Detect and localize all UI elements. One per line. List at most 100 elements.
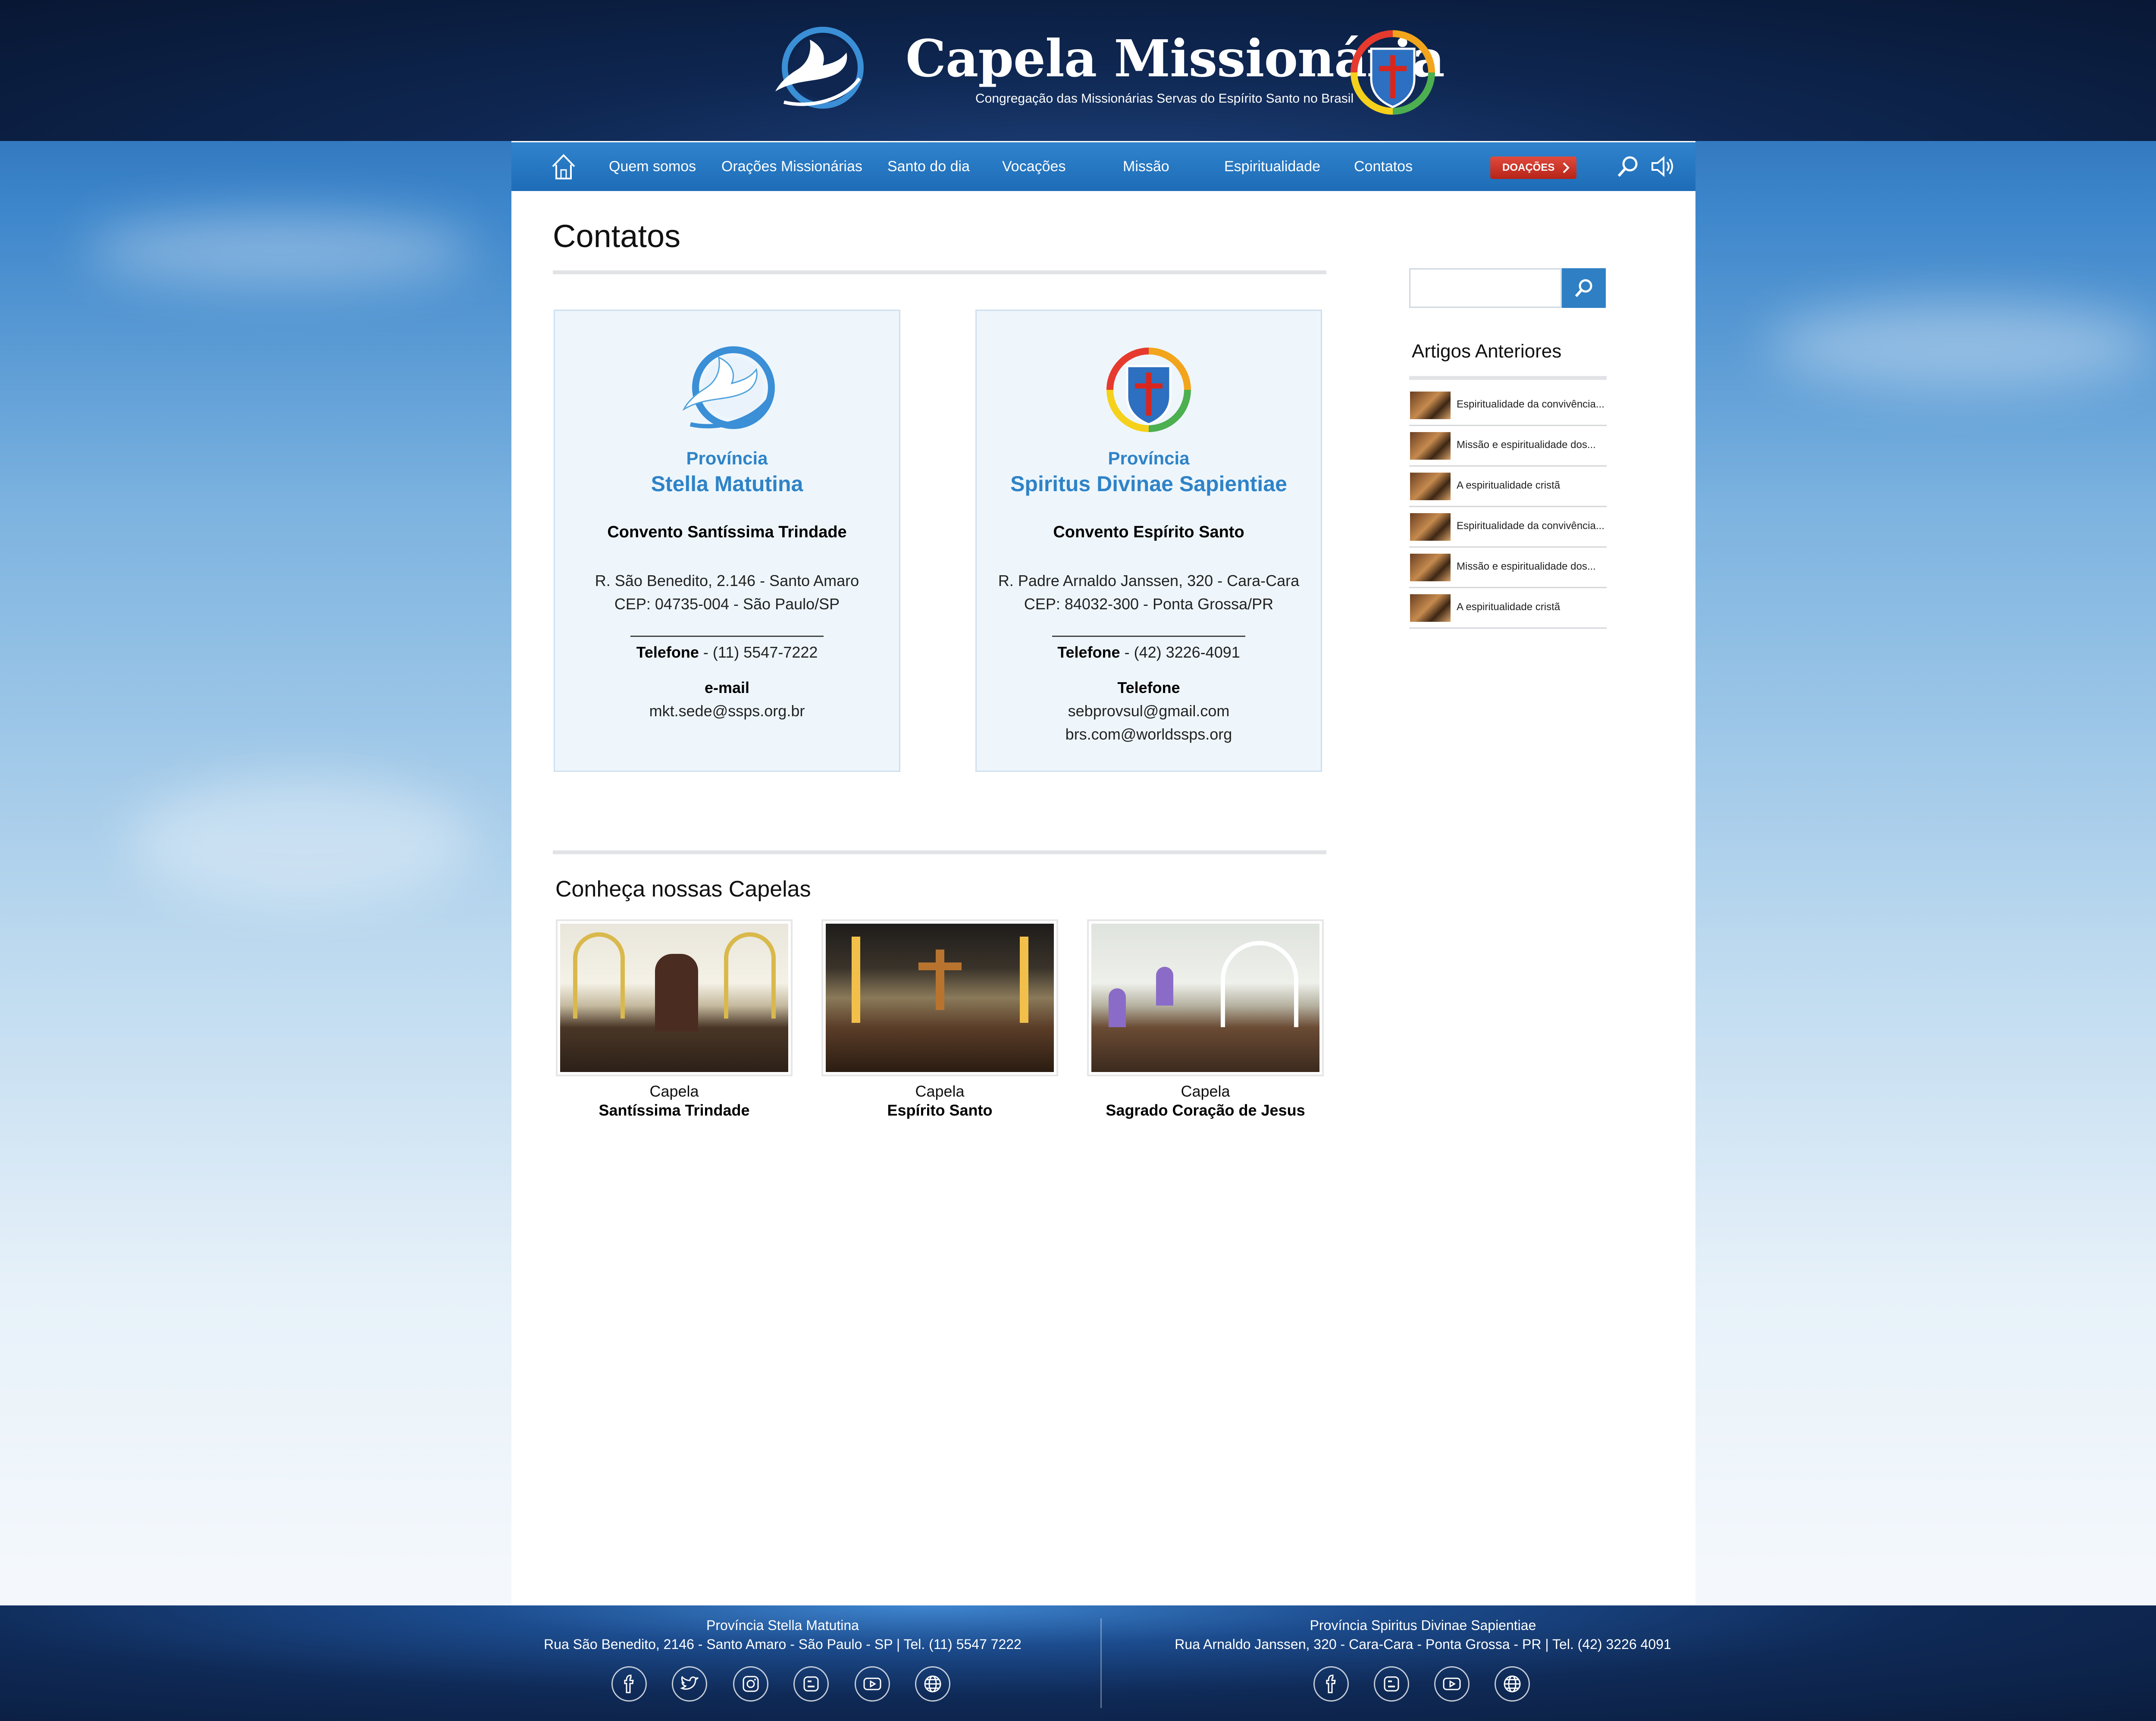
footer-divider [1100, 1618, 1102, 1708]
brand-subtitle: Congregação das Missionárias Servas do E… [975, 91, 1354, 106]
nav-quem-somos[interactable]: Quem somos [609, 142, 696, 191]
article-thumbnail[interactable] [1410, 554, 1451, 581]
crucifix-shape [918, 962, 962, 970]
article-thumbnail[interactable] [1410, 432, 1451, 460]
home-icon[interactable] [550, 153, 577, 181]
phone-number: - (11) 5547-7222 [699, 643, 818, 661]
twitter-icon[interactable] [672, 1666, 707, 1702]
footer-right-address: Rua Arnaldo Janssen, 320 - Cara-Cara - P… [1175, 1636, 1671, 1652]
facebook-icon[interactable] [611, 1666, 647, 1702]
chapel-card-santissima-trindade[interactable]: Capela Santíssima Trindade [556, 919, 793, 1119]
audio-icon[interactable] [1650, 154, 1676, 179]
contact-card-stella-matutina: Província Stella Matutina Convento Santí… [554, 310, 900, 772]
province-name: Spiritus Divinae Sapientiae [1010, 472, 1287, 496]
article-thumbnail[interactable] [1410, 473, 1451, 500]
crest-logo-icon [1351, 30, 1435, 115]
article-thumbnail[interactable] [1410, 392, 1451, 419]
nav-santo-do-dia[interactable]: Santo do dia [887, 142, 970, 191]
article-title[interactable]: Espiritualidade da convivência... [1457, 520, 1604, 532]
chapel-photo[interactable] [1091, 924, 1319, 1072]
search-icon[interactable] [1615, 154, 1641, 179]
chapel-name: Sagrado Coração de Jesus [1106, 1101, 1305, 1119]
footer-right-title: Província Spiritus Divinae Sapientiae [1310, 1618, 1536, 1633]
sidebar-article[interactable]: Missão e espiritualidade dos... [1409, 426, 1607, 467]
article-title[interactable]: A espiritualidade cristã [1457, 601, 1560, 613]
sidebar-article[interactable]: A espiritualidade cristã [1409, 588, 1607, 629]
email-link[interactable]: mkt.sede@ssps.org.br [555, 702, 899, 720]
globe-icon[interactable] [1495, 1666, 1530, 1702]
article-thumbnail[interactable] [1410, 594, 1451, 622]
email-link[interactable]: brs.com@worldssps.org [977, 725, 1321, 743]
crucifix-shape [936, 950, 944, 1010]
youtube-icon[interactable] [855, 1666, 890, 1702]
section-divider [553, 850, 1326, 854]
crest-logo-icon [1106, 348, 1191, 432]
nav-espiritualidade[interactable]: Espiritualidade [1224, 142, 1320, 191]
blogger-icon[interactable] [793, 1666, 829, 1702]
nav-oracoes-missionarias[interactable]: Orações Missionárias [721, 142, 862, 191]
convent-name: Convento Santíssima Trindade [607, 523, 847, 541]
arch-shape [573, 932, 625, 1019]
sidebar-search-button[interactable] [1562, 268, 1606, 308]
address-line-1: R. Padre Arnaldo Janssen, 320 - Cara-Car… [998, 572, 1300, 589]
nav-contatos[interactable]: Contatos [1354, 142, 1413, 191]
contact-label: Telefone [1117, 679, 1180, 696]
chapels-section-title: Conheça nossas Capelas [555, 877, 811, 902]
chapel-photo[interactable] [560, 924, 788, 1072]
province-label: Província [686, 448, 768, 468]
phone-line: Telefone - (42) 3226-4091 [977, 643, 1321, 661]
province-label: Província [1108, 448, 1190, 468]
chapel-photo[interactable] [826, 924, 1054, 1072]
window-shape [1156, 967, 1173, 1006]
phone-line: Telefone - (11) 5547-7222 [555, 643, 899, 661]
sky-cloud [86, 216, 474, 285]
footer-left-address: Rua São Benedito, 2146 - Santo Amaro - S… [544, 1636, 1022, 1652]
altar-shape [655, 954, 698, 1031]
sidebar-article[interactable]: Espiritualidade da convivência... [1409, 386, 1607, 426]
sidebar-article[interactable]: Missão e espiritualidade dos... [1409, 548, 1607, 588]
donate-button[interactable]: DOAÇÕES [1490, 157, 1576, 179]
sidebar-article[interactable]: Espiritualidade da convivência... [1409, 507, 1607, 548]
nav-vocacoes[interactable]: Vocações [1002, 142, 1065, 191]
email-link[interactable]: sebprovsul@gmail.com [977, 702, 1321, 720]
email-label: e-mail [704, 679, 750, 696]
chapel-photo-frame [821, 919, 1058, 1076]
arch-shape [1221, 941, 1298, 1027]
donate-label: DOAÇÕES [1502, 162, 1555, 173]
article-title[interactable]: Missão e espiritualidade dos... [1457, 439, 1596, 451]
youtube-icon[interactable] [1434, 1666, 1470, 1702]
window-shape [1109, 988, 1126, 1027]
globe-icon[interactable] [915, 1666, 950, 1702]
article-title[interactable]: A espiritualidade cristã [1457, 480, 1560, 492]
card-divider [1052, 636, 1245, 637]
sidebar-article[interactable]: A espiritualidade cristã [1409, 467, 1607, 507]
contact-card-spiritus-divinae: Província Spiritus Divinae Sapientiae Co… [975, 310, 1322, 772]
sky-cloud [129, 776, 474, 906]
article-thumbnail[interactable] [1410, 513, 1451, 541]
nav-missao[interactable]: Missão [1123, 142, 1169, 191]
phone-number: - (42) 3226-4091 [1120, 643, 1240, 661]
chapel-card-espirito-santo[interactable]: Capela Espírito Santo [821, 919, 1058, 1119]
chevron-right-icon [1563, 162, 1570, 173]
facebook-icon[interactable] [1313, 1666, 1349, 1702]
address-line-1: R. São Benedito, 2.146 - Santo Amaro [595, 572, 859, 589]
address-line-2: CEP: 84032-300 - Ponta Grossa/PR [1024, 595, 1274, 613]
search-icon [1575, 279, 1592, 297]
chapel-name: Espírito Santo [887, 1101, 993, 1119]
dove-logo-icon [775, 27, 864, 109]
sidebar-title: Artigos Anteriores [1412, 341, 1562, 362]
chapel-card-sagrado-coracao[interactable]: Capela Sagrado Coração de Jesus [1087, 919, 1324, 1119]
footer-left-title: Província Stella Matutina [706, 1618, 859, 1633]
sidebar-search-input[interactable] [1409, 268, 1562, 308]
site-footer: Província Stella Matutina Rua São Benedi… [0, 1605, 2156, 1721]
instagram-icon[interactable] [733, 1666, 768, 1702]
chapel-prefix: Capela [649, 1082, 699, 1100]
article-title[interactable]: Espiritualidade da convivência... [1457, 398, 1604, 411]
chapel-prefix: Capela [915, 1082, 965, 1100]
main-nav: Quem somos Orações Missionárias Santo do… [511, 142, 1695, 191]
brand-title[interactable]: Capela Missionária [906, 28, 1445, 88]
article-title[interactable]: Missão e espiritualidade dos... [1457, 561, 1596, 573]
chapel-prefix: Capela [1181, 1082, 1230, 1100]
blogger-icon[interactable] [1374, 1666, 1409, 1702]
phone-label: Telefone [1057, 643, 1120, 661]
